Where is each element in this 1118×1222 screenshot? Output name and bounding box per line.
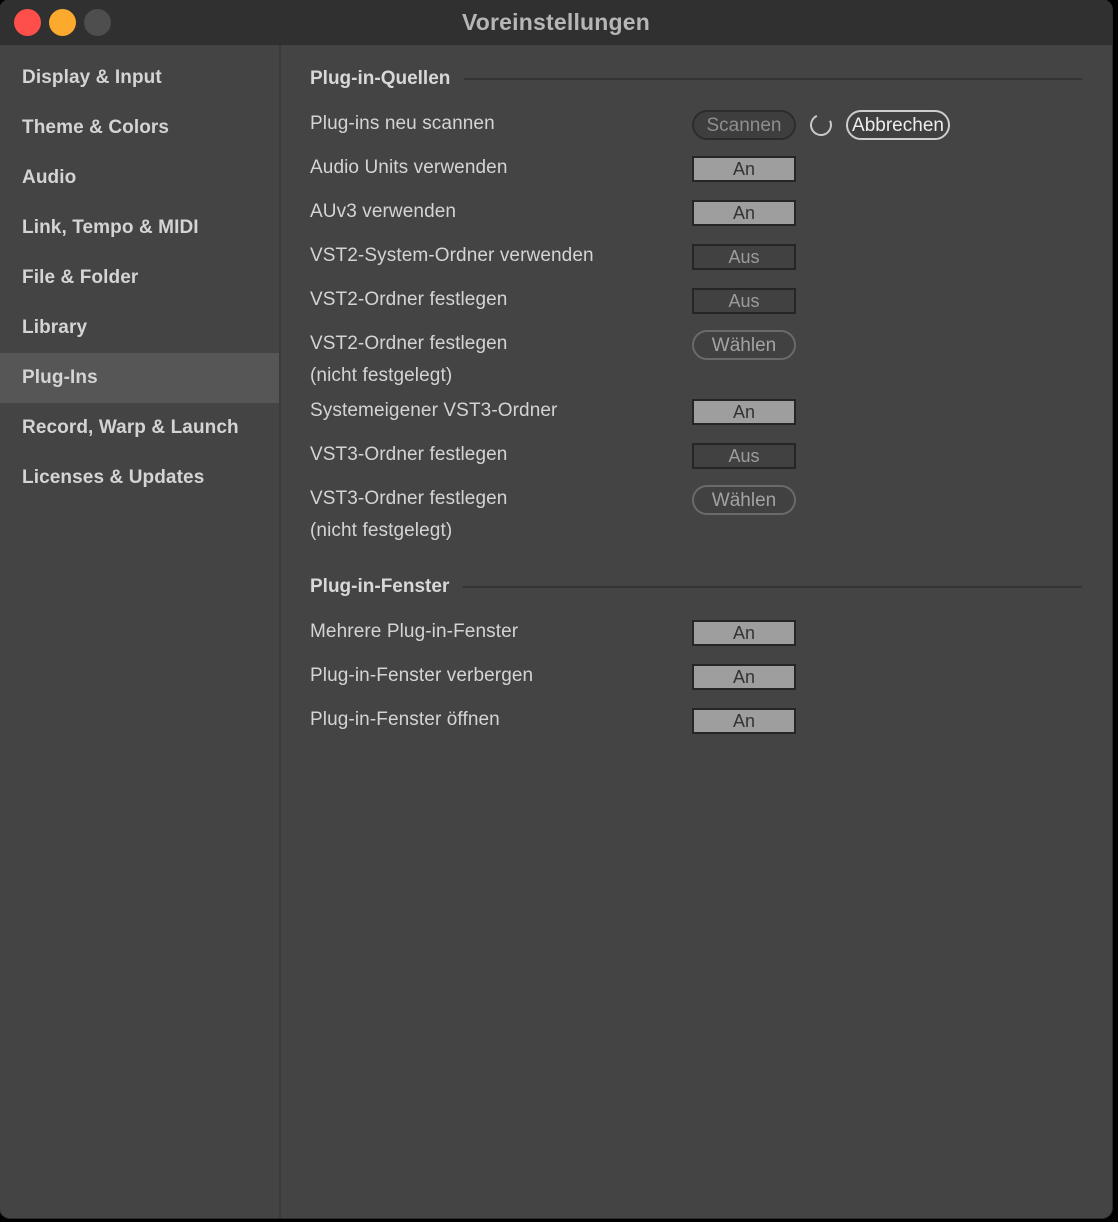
settings-row: Audio Units verwenden An [310,149,1082,193]
sidebar-item-label: Licenses & Updates [22,467,205,488]
sidebar-item-label: Library [22,317,88,338]
settings-row: VST2-Ordner festlegen Aus [310,281,1082,325]
settings-row: AUv3 verwenden An [310,193,1082,237]
sidebar-item-label: Record, Warp & Launch [22,417,239,438]
setting-label: Audio Units verwenden [310,157,508,178]
toggle-button[interactable]: An [692,664,796,690]
settings-section: Plug-in-Quellen Plug-ins neu scannen Scann… [281,61,1112,547]
sidebar-item-record-warp-launch[interactable]: Record, Warp & Launch [0,403,279,453]
maximize-window-icon [84,9,111,36]
setting-label: VST2-System-Ordner verwenden [310,245,594,266]
sidebar-item-label: Display & Input [22,67,162,88]
sidebar-item-library[interactable]: Library [0,303,279,353]
sidebar-item-label: Link, Tempo & MIDI [22,217,199,238]
toggle-button[interactable]: Aus [692,244,796,270]
settings-row: Plug-ins neu scannen Scannen Abbrechen [310,105,1082,149]
section-title: Plug-in-Fenster [310,576,450,597]
setting-label: VST3-Ordner festlegen [310,444,508,465]
sidebar-item-label: File & Folder [22,267,139,288]
setting-control: Aus [692,436,1082,472]
setting-control: Scannen Abbrechen [692,105,1082,141]
sidebar-item-theme-colors[interactable]: Theme & Colors [0,103,279,153]
settings-row: Mehrere Plug-in-Fenster An [310,613,1082,657]
setting-label: Mehrere Plug-in-Fenster [310,621,519,642]
sidebar-item-label: Audio [22,167,77,188]
settings-row: VST2-Ordner festlegen (nicht festgelegt)… [310,325,1082,392]
toggle-button[interactable]: An [692,620,796,646]
settings-row: Systemeigener VST3-Ordner An [310,392,1082,436]
settings-row: VST3-Ordner festlegen (nicht festgelegt)… [310,480,1082,547]
window-title: Voreinstellungen [461,9,651,35]
toggle-button[interactable]: An [692,156,796,182]
section-divider [464,78,1082,80]
section-title: Plug-in-Quellen [310,68,451,89]
settings-row: VST2-System-Ordner verwenden Aus [310,237,1082,281]
sidebar-item-link-tempo-midi[interactable]: Link, Tempo & MIDI [0,203,279,253]
loading-spinner-icon [806,110,836,140]
setting-control: An [692,149,1082,185]
sidebar-item-label: Plug-Ins [22,367,98,388]
section-divider [463,586,1082,588]
setting-control: Wählen [692,325,1082,361]
section-header: Plug-in-Fenster [310,569,1082,605]
settings-row: Plug-in-Fenster verbergen An [310,657,1082,701]
toggle-button[interactable]: Aus [692,288,796,314]
minimize-window-icon[interactable] [49,9,76,36]
toggle-button[interactable]: An [692,200,796,226]
title-bar: Voreinstellungen [0,0,1112,45]
preferences-window: Voreinstellungen Display & Input Theme & … [0,0,1112,1218]
sidebar-item-audio[interactable]: Audio [0,153,279,203]
settings-row: VST3-Ordner festlegen Aus [310,436,1082,480]
setting-control: An [692,657,1082,693]
settings-rows: Plug-ins neu scannen Scannen Abbrechen Audi… [310,105,1082,547]
cancel-scan-button[interactable]: Abbrechen [846,110,950,140]
settings-row: Plug-in-Fenster öffnen An [310,701,1082,745]
section-header: Plug-in-Quellen [310,61,1082,97]
toggle-button[interactable]: An [692,708,796,734]
setting-label: Systemeigener VST3-Ordner [310,400,558,421]
sidebar-item-label: Theme & Colors [22,117,170,138]
sidebar-item-plug-ins[interactable]: Plug-Ins [0,353,279,403]
choose-folder-button[interactable]: Wählen [692,330,796,360]
sidebar-item-licenses-updates[interactable]: Licenses & Updates [0,453,279,503]
setting-label: Plug-ins neu scannen [310,113,495,134]
setting-control: An [692,613,1082,649]
setting-label: VST2-Ordner festlegen [310,289,508,310]
setting-control: Aus [692,237,1082,273]
sidebar-item-file-folder[interactable]: File & Folder [0,253,279,303]
settings-rows: Mehrere Plug-in-Fenster An Plug-in-Fenster… [310,613,1082,745]
setting-control: An [692,193,1082,229]
setting-label: Plug-in-Fenster öffnen [310,709,500,730]
toggle-button[interactable]: Aus [692,443,796,469]
traffic-light-controls [14,0,111,45]
close-window-icon[interactable] [14,9,41,36]
toggle-button[interactable]: An [692,399,796,425]
setting-label: AUv3 verwenden [310,201,457,222]
preferences-sidebar: Display & Input Theme & Colors Audio Link, … [0,45,281,1218]
setting-label: VST2-Ordner festlegen (nicht festgelegt) [310,333,508,386]
setting-control: Wählen [692,480,1082,516]
setting-control: Aus [692,281,1082,317]
setting-label: Plug-in-Fenster verbergen [310,665,534,686]
setting-control: An [692,392,1082,428]
window-body: Display & Input Theme & Colors Audio Link, … [0,45,1112,1218]
sidebar-item-display-input[interactable]: Display & Input [0,53,279,103]
rescan-controls: Scannen Abbrechen [692,110,950,140]
choose-folder-button[interactable]: Wählen [692,485,796,515]
settings-section: Plug-in-Fenster Mehrere Plug-in-Fenster An… [281,569,1112,745]
setting-label: VST3-Ordner festlegen (nicht festgelegt) [310,488,508,541]
scan-button[interactable]: Scannen [692,110,796,140]
preferences-main-panel: Plug-in-Quellen Plug-ins neu scannen Scann… [281,45,1112,1218]
setting-control: An [692,701,1082,737]
